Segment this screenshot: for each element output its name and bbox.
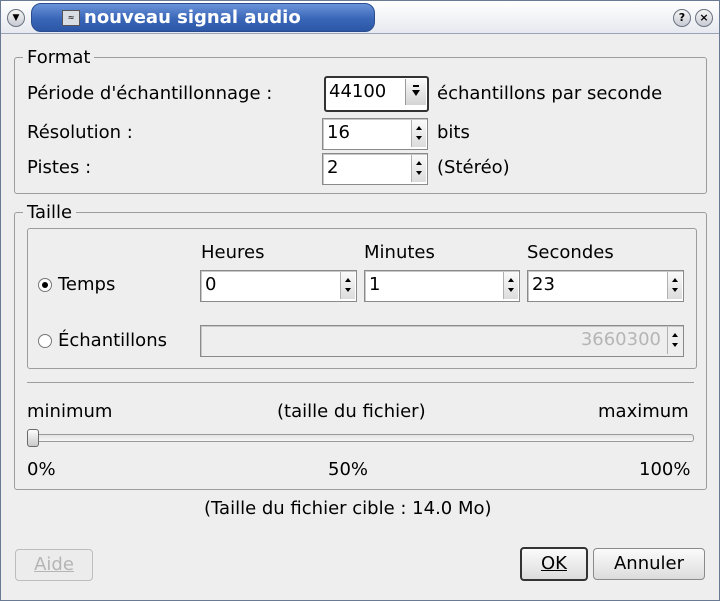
ok-button-label: OK bbox=[541, 553, 567, 574]
minutes-value: 1 bbox=[369, 274, 381, 295]
slider-min-label: minimum bbox=[27, 401, 113, 422]
tick-label-0: 0% bbox=[27, 459, 56, 480]
close-icon[interactable]: × bbox=[695, 9, 713, 27]
samples-label[interactable]: Échantillons bbox=[58, 330, 167, 351]
target-size-text: (Taille du fichier cible : 14.0 Mo) bbox=[204, 498, 492, 519]
sample-rate-unit: échantillons par seconde bbox=[437, 83, 663, 104]
resolution-unit: bits bbox=[437, 122, 470, 143]
tracks-label: Pistes : bbox=[27, 157, 92, 178]
time-label[interactable]: Temps bbox=[58, 274, 115, 295]
seconds-value: 23 bbox=[532, 274, 555, 295]
ok-button[interactable]: OK bbox=[520, 547, 588, 581]
help-button[interactable]: Aide bbox=[15, 549, 93, 581]
tracks-spinbox[interactable]: 2 bbox=[322, 153, 428, 185]
resolution-value: 16 bbox=[327, 122, 350, 143]
tracks-value: 2 bbox=[327, 157, 339, 178]
minutes-header: Minutes bbox=[364, 242, 435, 263]
cancel-button-label: Annuler bbox=[613, 553, 684, 574]
wave-icon: ≈ bbox=[62, 10, 80, 26]
sample-rate-value: 44100 bbox=[329, 81, 387, 102]
sample-rate-combo[interactable]: 44100 bbox=[324, 76, 429, 112]
help-icon[interactable]: ? bbox=[673, 9, 691, 27]
tracks-unit: (Stéréo) bbox=[437, 157, 510, 178]
samples-spinbox: 3660300 bbox=[200, 325, 684, 357]
dropdown-arrow-icon[interactable] bbox=[405, 79, 426, 105]
window-menu-icon[interactable]: ▼ bbox=[7, 9, 25, 27]
tick-label-50: 50% bbox=[328, 459, 369, 480]
help-button-label: Aide bbox=[34, 554, 74, 575]
size-separator bbox=[27, 382, 694, 383]
spin-arrows-icon[interactable] bbox=[340, 272, 355, 299]
title-bar[interactable]: ▼ ≈ nouveau signal audio ? × bbox=[1, 1, 719, 34]
slider-mid-label: (taille du fichier) bbox=[277, 401, 426, 422]
resolution-label: Résolution : bbox=[27, 122, 133, 143]
minutes-spinbox[interactable]: 1 bbox=[364, 270, 520, 302]
hours-value: 0 bbox=[205, 274, 217, 295]
resolution-spinbox[interactable]: 16 bbox=[322, 118, 428, 150]
cancel-button[interactable]: Annuler bbox=[593, 548, 705, 580]
size-group-title: Taille bbox=[23, 202, 77, 223]
slider-handle[interactable] bbox=[27, 429, 39, 447]
seconds-spinbox[interactable]: 23 bbox=[527, 270, 684, 302]
sample-rate-label: Période d'échantillonnage : bbox=[27, 83, 273, 104]
slider-max-label: maximum bbox=[598, 401, 689, 422]
format-group-title: Format bbox=[23, 47, 95, 68]
hours-spinbox[interactable]: 0 bbox=[200, 270, 357, 302]
file-size-slider[interactable] bbox=[27, 434, 694, 442]
spin-arrows-icon[interactable] bbox=[411, 155, 426, 182]
spin-arrows-icon[interactable] bbox=[503, 272, 518, 299]
time-radio[interactable] bbox=[38, 278, 52, 292]
dialog-window: ▼ ≈ nouveau signal audio ? × Format Péri… bbox=[0, 0, 720, 601]
tick-label-100: 100% bbox=[639, 459, 691, 480]
spin-arrows-icon bbox=[667, 327, 682, 354]
title-pill[interactable]: ≈ nouveau signal audio bbox=[31, 3, 375, 32]
hours-header: Heures bbox=[201, 242, 265, 263]
samples-radio[interactable] bbox=[38, 334, 52, 348]
spin-arrows-icon[interactable] bbox=[667, 272, 682, 299]
spin-arrows-icon[interactable] bbox=[411, 120, 426, 147]
seconds-header: Secondes bbox=[527, 242, 614, 263]
window-title: nouveau signal audio bbox=[84, 7, 301, 28]
samples-value: 3660300 bbox=[580, 329, 661, 350]
